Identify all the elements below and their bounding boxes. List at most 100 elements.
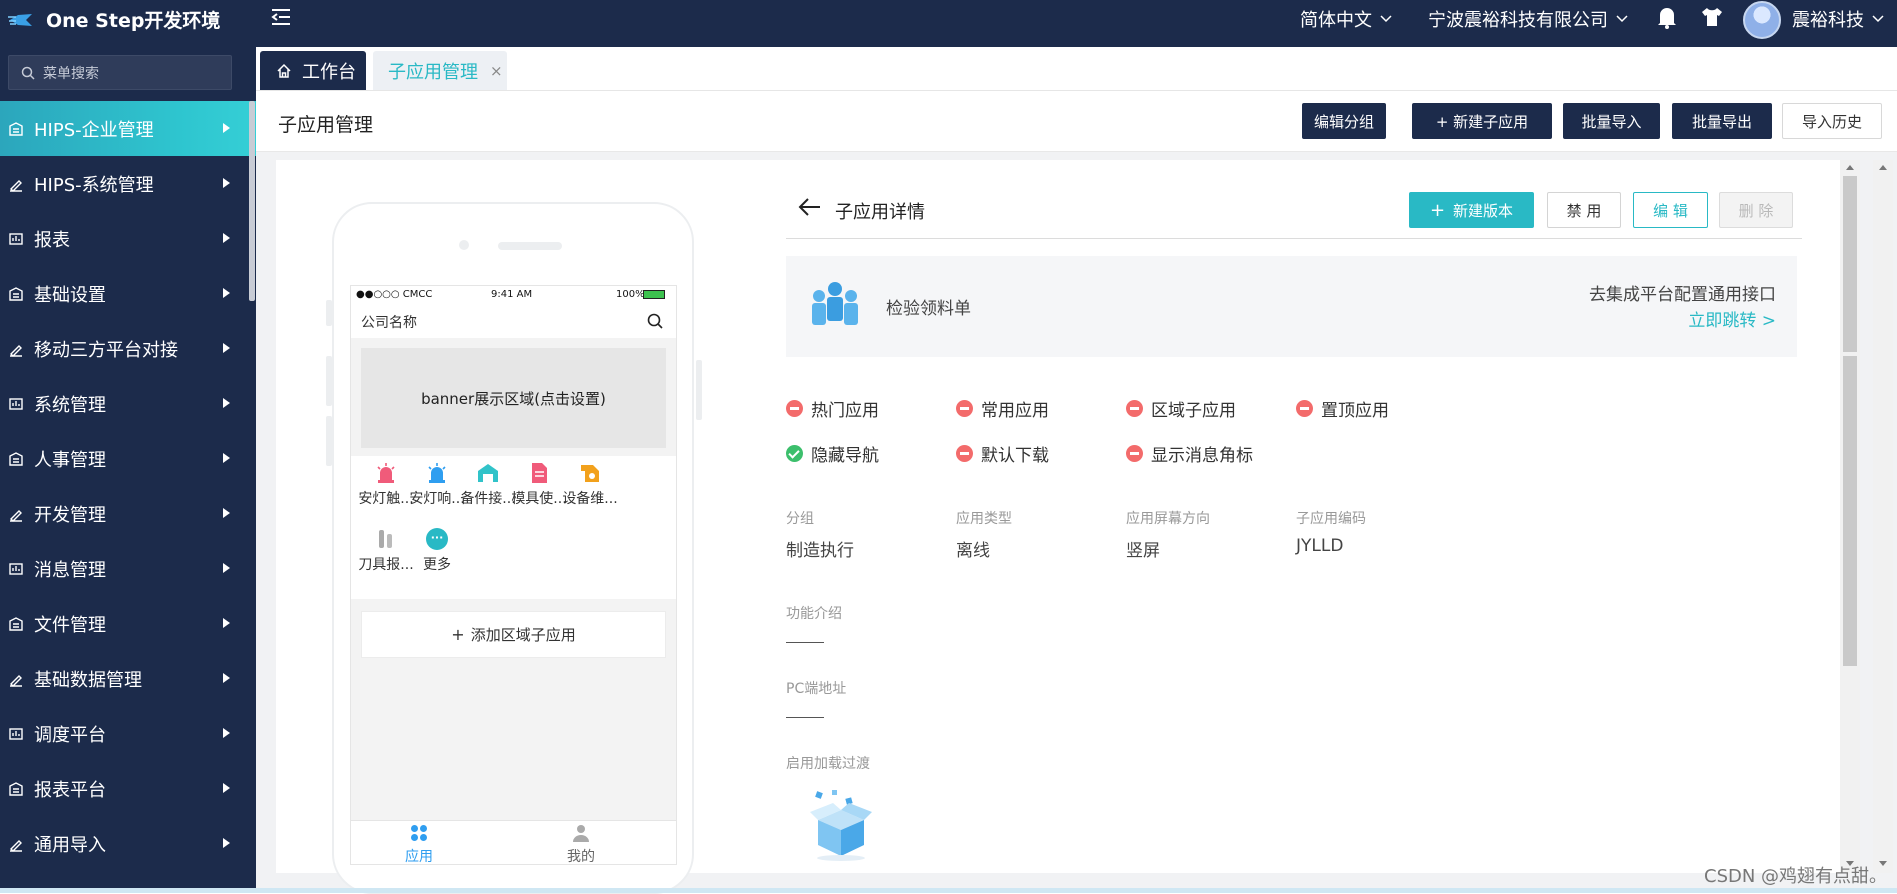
sidebar-item[interactable]: 通用导入 — [0, 816, 256, 871]
sidebar-item-label: 调度平台 — [34, 724, 106, 746]
disabled-icon — [1296, 400, 1313, 417]
plus-icon: + — [451, 625, 465, 644]
scroll-up-icon[interactable] — [1845, 163, 1855, 171]
content-scrollbar[interactable] — [1840, 160, 1860, 873]
disable-button[interactable]: 禁 用 — [1547, 192, 1621, 228]
edit-group-button[interactable]: 编辑分组 — [1302, 103, 1386, 139]
caret-right-icon — [223, 233, 230, 243]
edit-button[interactable]: 编 辑 — [1633, 192, 1708, 228]
phone-button — [326, 300, 332, 326]
sidebar-item[interactable]: HIPS-系统管理 — [0, 156, 256, 211]
document-icon — [532, 463, 547, 483]
phone-tab-app-label: 应用 — [405, 849, 433, 865]
sidebar-item-label: 基础数据管理 — [34, 669, 142, 691]
sidebar-item[interactable]: 文件管理 — [0, 596, 256, 651]
tab-bar: 工作台 子应用管理 × — [256, 47, 1897, 91]
outer-scrollbar[interactable] — [1873, 160, 1893, 873]
language-selector[interactable]: 简体中文 — [1300, 6, 1392, 32]
sidebar-scrollbar[interactable] — [249, 101, 255, 301]
meta-value-orientation: 竖屏 — [1126, 541, 1160, 561]
loading-transition-label: 启用加载过渡 — [786, 756, 870, 772]
theme-icon[interactable] — [1700, 6, 1724, 28]
menu-toggle-icon[interactable] — [270, 6, 292, 28]
integration-text: 去集成平台配置通用接口 — [1589, 285, 1776, 305]
new-sub-app-button[interactable]: + 新建子应用 — [1412, 103, 1552, 139]
sidebar-item[interactable]: 系统管理 — [0, 376, 256, 431]
check-icon — [786, 445, 803, 462]
app-item[interactable]: ··· 更多 — [406, 528, 468, 574]
sidebar: 菜单搜索 HIPS-企业管理 HIPS-系统管理报表基础设置移动三方平台对接系统管… — [0, 47, 256, 893]
sidebar-item-label: 开发管理 — [34, 504, 106, 526]
sidebar-item[interactable]: 人事管理 — [0, 431, 256, 486]
app-name: 检验领料单 — [886, 299, 971, 319]
more-icon: ··· — [426, 528, 448, 550]
menu-search-input[interactable]: 菜单搜索 — [8, 55, 232, 90]
phone-screen: ●●○○○ CMCC 9:41 AM 100% 公司名称 banner展示区域(… — [350, 285, 677, 865]
people-icon — [9, 451, 23, 466]
jump-link[interactable]: 立即跳转 > — [1589, 308, 1776, 334]
chevron-down-icon — [1380, 15, 1392, 23]
sidebar-item-label: 移动三方平台对接 — [34, 339, 178, 361]
meta-label-orientation: 应用屏幕方向 — [1126, 511, 1210, 527]
phone-tab-app[interactable]: 应用 — [389, 824, 449, 865]
sidebar-item[interactable]: 基础数据管理 — [0, 651, 256, 706]
app-logo[interactable]: One Step开发环境 — [8, 6, 220, 33]
add-area-label: 添加区域子应用 — [470, 626, 576, 644]
scrollbar-thumb[interactable] — [1843, 356, 1857, 666]
database-icon — [10, 674, 22, 687]
new-version-button[interactable]: + 新建版本 — [1409, 192, 1534, 228]
disabled-icon — [1126, 400, 1143, 417]
sidebar-item[interactable]: HIPS-企业管理 — [0, 101, 256, 156]
home-icon — [277, 63, 291, 78]
page-header: 子应用管理 编辑分组 + 新建子应用 批量导入 批量导出 导入历史 — [256, 91, 1897, 152]
company-selector[interactable]: 宁波震裕科技有限公司 — [1428, 6, 1628, 32]
battery-label: 100% — [616, 289, 645, 300]
sidebar-item[interactable]: 消息管理 — [0, 541, 256, 596]
app-label: 更多 — [423, 557, 451, 573]
batch-export-button[interactable]: 批量导出 — [1672, 103, 1772, 139]
sidebar-item[interactable]: 开发管理 — [0, 486, 256, 541]
close-tab-icon[interactable]: × — [490, 62, 503, 80]
time-label: 9:41 AM — [491, 289, 533, 300]
phone-tab-mine[interactable]: 我的 — [551, 824, 611, 864]
import-history-button[interactable]: 导入历史 — [1782, 103, 1882, 139]
flag-area-sub-app: 区域子应用 — [1126, 396, 1236, 421]
caret-right-icon — [223, 783, 230, 793]
search-icon — [21, 66, 35, 80]
caret-right-icon — [223, 838, 230, 848]
scroll-up-icon[interactable] — [1878, 163, 1888, 171]
app-item[interactable]: 设备维... — [559, 462, 621, 508]
disabled-icon — [1126, 445, 1143, 462]
sidebar-item-label: 通用导入 — [34, 834, 106, 856]
sidebar-item[interactable]: 报表 — [0, 211, 256, 266]
caret-right-icon — [223, 123, 230, 133]
sidebar-menu: HIPS-企业管理 HIPS-系统管理报表基础设置移动三方平台对接系统管理 人事管理… — [0, 101, 256, 871]
top-bar: One Step开发环境 简体中文 宁波震裕科技有限公司 震裕科技 — [0, 0, 1897, 47]
sidebar-item-label: 报表 — [34, 229, 70, 251]
scrollbar-thumb[interactable] — [1843, 176, 1857, 352]
bell-icon[interactable] — [1656, 5, 1678, 29]
add-area-sub-app-button[interactable]: + 添加区域子应用 — [361, 611, 666, 658]
search-icon[interactable] — [647, 313, 663, 329]
tab-workbench-label: 工作台 — [302, 61, 356, 83]
back-arrow-icon[interactable] — [798, 196, 822, 218]
sidebar-item[interactable]: 移动三方平台对接 — [0, 321, 256, 376]
sidebar-item[interactable]: 报表平台 — [0, 761, 256, 816]
flag-label: 热门应用 — [811, 401, 879, 421]
language-label: 简体中文 — [1300, 10, 1372, 31]
tab-sub-app-management[interactable]: 子应用管理 × — [373, 51, 507, 90]
avatar[interactable] — [1743, 1, 1781, 39]
flag-label: 区域子应用 — [1151, 401, 1236, 421]
flag-hot-app: 热门应用 — [786, 396, 879, 421]
user-icon — [573, 825, 589, 842]
sidebar-item[interactable]: 调度平台 — [0, 706, 256, 761]
batch-import-button[interactable]: 批量导入 — [1563, 103, 1660, 139]
delete-button[interactable]: 删 除 — [1719, 192, 1793, 228]
sidebar-item[interactable]: 基础设置 — [0, 266, 256, 321]
user-menu[interactable]: 震裕科技 — [1792, 6, 1884, 32]
flag-default-download: 默认下载 — [956, 441, 1049, 466]
phone-preview: ●●○○○ CMCC 9:41 AM 100% 公司名称 banner展示区域(… — [332, 202, 694, 894]
banner-area[interactable]: banner展示区域(点击设置) — [361, 348, 666, 448]
intro-empty — [786, 642, 824, 643]
tab-workbench[interactable]: 工作台 — [260, 51, 366, 90]
